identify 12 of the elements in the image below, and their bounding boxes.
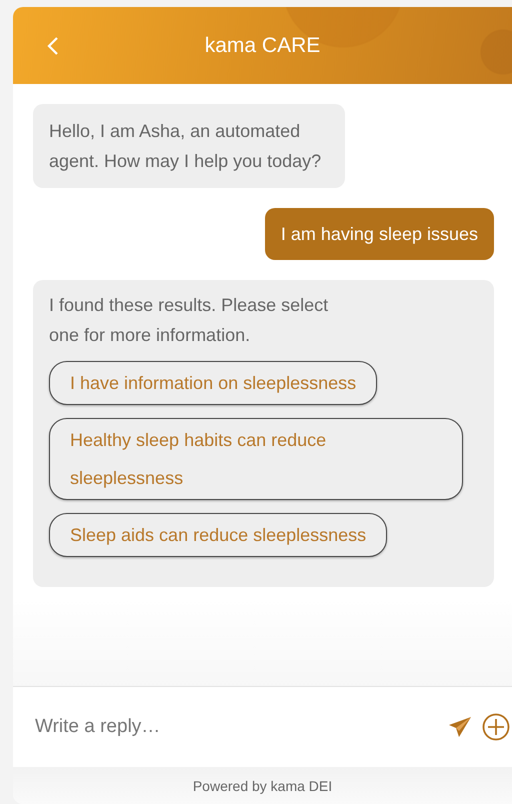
- bot-message-bubble: Hello, I am Asha, an automated agent. How may I help you today?: [33, 104, 345, 188]
- footer-text: Powered by kama DEI: [192, 778, 332, 794]
- add-icon[interactable]: [482, 713, 510, 741]
- option-button[interactable]: I have information on sleeplessness: [49, 361, 378, 405]
- user-message-bubble: I am having sleep issues: [264, 208, 494, 260]
- send-icon[interactable]: [448, 716, 472, 738]
- window-title: kama CARE: [204, 34, 320, 58]
- message-text: I found these results. Please select one for more information.: [49, 294, 330, 347]
- option-button[interactable]: Healthy sleep habits can reduce sleeplessness: [49, 418, 463, 500]
- option-button[interactable]: Sleep aids can reduce sleeplessness: [49, 513, 388, 557]
- input-field[interactable]: Write a reply…: [33, 715, 438, 739]
- back-icon[interactable]: [47, 36, 59, 56]
